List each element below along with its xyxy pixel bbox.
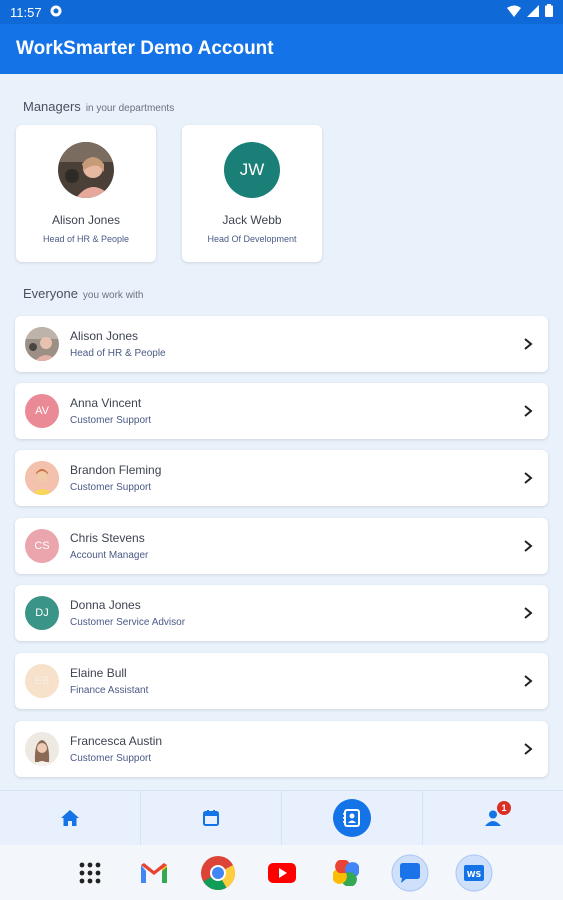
list-item[interactable]: EB Elaine Bull Finance Assistant bbox=[15, 653, 548, 709]
everyone-section-label: Everyone you work with bbox=[23, 286, 144, 301]
avatar-initials: AV bbox=[35, 405, 49, 417]
list-item[interactable]: CS Chris Stevens Account Manager bbox=[15, 518, 548, 574]
signal-icon bbox=[527, 4, 539, 20]
avatar-initials: JW bbox=[239, 160, 265, 179]
manager-name: Jack Webb bbox=[222, 213, 282, 227]
taskbar: WS bbox=[0, 845, 563, 900]
gmail-icon[interactable] bbox=[135, 854, 173, 892]
nav-calendar[interactable] bbox=[140, 791, 281, 845]
list-item[interactable]: Francesca Austin Customer Support bbox=[15, 721, 548, 777]
directory-icon bbox=[343, 809, 360, 827]
battery-icon bbox=[545, 4, 553, 20]
manager-card[interactable]: Alison Jones Head of HR & People bbox=[16, 125, 156, 262]
app-bar: WorkSmarter Demo Account bbox=[0, 24, 563, 74]
person-name: Francesca Austin bbox=[70, 734, 163, 748]
person-name: Anna Vincent bbox=[70, 396, 142, 410]
manager-title: Head Of Development bbox=[207, 234, 297, 244]
chevron-right-icon bbox=[524, 743, 533, 755]
list-item[interactable]: DJ Donna Jones Customer Service Advisor bbox=[15, 585, 548, 641]
avatar-initials: DJ bbox=[35, 607, 49, 619]
nav-profile[interactable]: 1 bbox=[422, 791, 563, 845]
everyone-label: Everyone bbox=[23, 286, 78, 301]
avatar: AV bbox=[25, 394, 59, 428]
person-role: Account Manager bbox=[70, 550, 149, 561]
avatar: JW bbox=[224, 142, 280, 198]
person-role: Head of HR & People bbox=[70, 348, 166, 359]
list-item[interactable]: AV Anna Vincent Customer Support bbox=[15, 383, 548, 439]
status-time: 11:57 bbox=[10, 4, 42, 20]
avatar bbox=[25, 327, 59, 361]
managers-section-label: Managers in your departments bbox=[23, 99, 174, 114]
person-role: Finance Assistant bbox=[70, 685, 149, 696]
manager-title: Head of HR & People bbox=[42, 234, 130, 244]
manager-card[interactable]: JW Jack Webb Head Of Development bbox=[182, 125, 322, 262]
chevron-right-icon bbox=[524, 540, 533, 552]
wifi-icon bbox=[507, 5, 521, 20]
avatar-initials: CS bbox=[34, 540, 50, 552]
person-name: Elaine Bull bbox=[70, 666, 127, 680]
home-icon bbox=[61, 810, 79, 826]
avatar bbox=[25, 461, 59, 495]
nav-active-indicator bbox=[333, 799, 371, 837]
chevron-right-icon bbox=[524, 607, 533, 619]
calendar-icon bbox=[203, 810, 219, 826]
app-title: WorkSmarter Demo Account bbox=[16, 38, 274, 59]
managers-label: Managers bbox=[23, 99, 81, 114]
avatar: EB bbox=[25, 664, 59, 698]
chevron-right-icon bbox=[524, 675, 533, 687]
avatar: CS bbox=[25, 529, 59, 563]
person-name: Alison Jones bbox=[70, 329, 139, 343]
notification-badge: 1 bbox=[497, 801, 511, 815]
person-role: Customer Support bbox=[70, 415, 152, 426]
person-name: Donna Jones bbox=[70, 598, 141, 612]
worksmarter-logo-text: WS bbox=[466, 870, 481, 879]
messages-icon[interactable] bbox=[391, 854, 429, 892]
chevron-right-icon bbox=[524, 338, 533, 350]
nav-home[interactable] bbox=[0, 791, 140, 845]
list-item[interactable]: Alison Jones Head of HR & People bbox=[15, 316, 548, 372]
person-role: Customer Support bbox=[70, 753, 152, 764]
managers-sublabel: in your departments bbox=[85, 103, 175, 114]
person-name: Chris Stevens bbox=[70, 531, 145, 545]
youtube-icon[interactable] bbox=[263, 854, 301, 892]
chevron-right-icon bbox=[524, 405, 533, 417]
worksmarter-icon[interactable]: WS bbox=[455, 854, 493, 892]
avatar bbox=[25, 732, 59, 766]
apps-grid-icon[interactable] bbox=[71, 854, 109, 892]
chrome-icon[interactable] bbox=[199, 854, 237, 892]
avatar-initials: EB bbox=[34, 675, 50, 687]
person-name: Brandon Fleming bbox=[70, 463, 162, 477]
notification-icon bbox=[50, 5, 62, 20]
chevron-right-icon bbox=[524, 472, 533, 484]
bottom-nav: 1 bbox=[0, 790, 563, 845]
avatar bbox=[58, 142, 114, 198]
status-bar: 11:57 bbox=[0, 0, 563, 24]
avatar: DJ bbox=[25, 596, 59, 630]
everyone-sublabel: you work with bbox=[82, 290, 144, 301]
photos-icon[interactable] bbox=[327, 854, 365, 892]
person-role: Customer Support bbox=[70, 482, 152, 493]
person-role: Customer Service Advisor bbox=[70, 617, 186, 628]
list-item[interactable]: Brandon Fleming Customer Support bbox=[15, 450, 548, 506]
nav-directory[interactable] bbox=[281, 791, 422, 845]
manager-name: Alison Jones bbox=[51, 213, 121, 227]
